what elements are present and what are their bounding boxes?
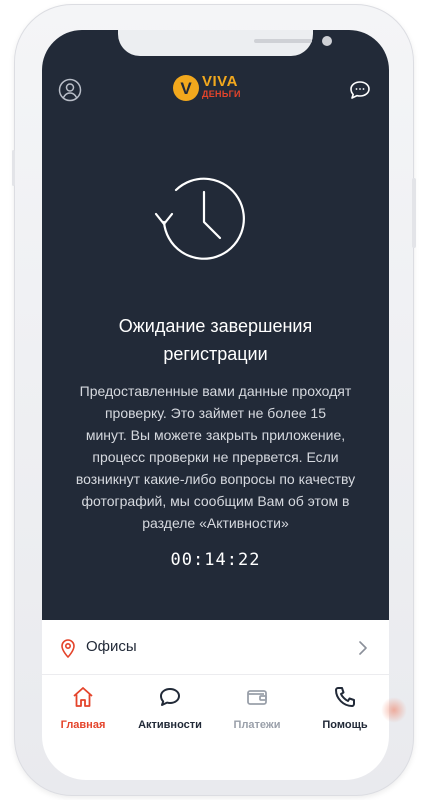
- phone-side-button: [412, 178, 416, 248]
- front-camera: [322, 36, 332, 46]
- floating-help-button[interactable]: [381, 697, 407, 723]
- chat-icon: [160, 688, 180, 706]
- viva-dengi-logo: V VIVA ДЕНЬГИ: [172, 72, 262, 106]
- status-title-line: регистрации: [163, 344, 268, 364]
- tab-help[interactable]: Помощь: [302, 685, 388, 735]
- tab-label: Главная: [60, 719, 106, 731]
- speaker-grille: [254, 39, 312, 43]
- bottom-tab-bar: Главная Активности Платежи Помощь: [42, 675, 389, 735]
- countdown-timer: 00:14:22: [170, 550, 261, 570]
- phone-icon: [335, 687, 355, 707]
- tab-label: Помощь: [322, 719, 368, 731]
- status-title: Ожидание завершения регистрации: [62, 312, 369, 368]
- wallet-icon: [247, 690, 267, 705]
- tab-home[interactable]: Главная: [42, 685, 126, 735]
- svg-text:V: V: [180, 79, 192, 98]
- phone-screen: V VIVA ДЕНЬГИ Ожидание завершения регист…: [42, 30, 389, 780]
- phone-notch: [118, 30, 332, 56]
- tab-label: Активности: [138, 719, 202, 731]
- description-line: разделе «Активности»: [142, 515, 289, 531]
- tab-label: Платежи: [233, 719, 281, 731]
- description-line: проверку. Это займет не более 15: [104, 405, 327, 421]
- description-line: Предоставленные вами данные проходят: [79, 383, 352, 399]
- logo-viva-text: VIVA: [202, 73, 238, 90]
- status-title-line: Ожидание завершения: [118, 316, 313, 336]
- chevron-right-icon: [359, 641, 367, 655]
- logo-dengi-text: ДЕНЬГИ: [202, 89, 241, 99]
- description-line: фотографий, мы сообщим Вам об этом в: [81, 493, 350, 509]
- status-description: Предоставленные вами данные проходят про…: [68, 380, 363, 534]
- description-line: процесс проверки не прервется. Если: [92, 449, 339, 465]
- chat-bubble-icon[interactable]: [348, 78, 372, 102]
- description-line: минут. Вы можете закрыть приложение,: [85, 427, 346, 443]
- location-pin-icon: [61, 639, 75, 658]
- tab-payments[interactable]: Платежи: [214, 685, 300, 735]
- description-line: возникнут какие-либо вопросы по качеству: [75, 471, 356, 487]
- clock-history-icon: [154, 170, 254, 270]
- user-circle-icon[interactable]: [58, 78, 82, 102]
- phone-volume-button: [12, 150, 15, 186]
- offices-label: Офисы: [86, 638, 137, 655]
- tab-activities[interactable]: Активности: [127, 685, 213, 735]
- offices-row[interactable]: Офисы: [42, 626, 389, 670]
- registration-status-panel: V VIVA ДЕНЬГИ Ожидание завершения регист…: [42, 30, 389, 620]
- home-icon: [73, 687, 93, 707]
